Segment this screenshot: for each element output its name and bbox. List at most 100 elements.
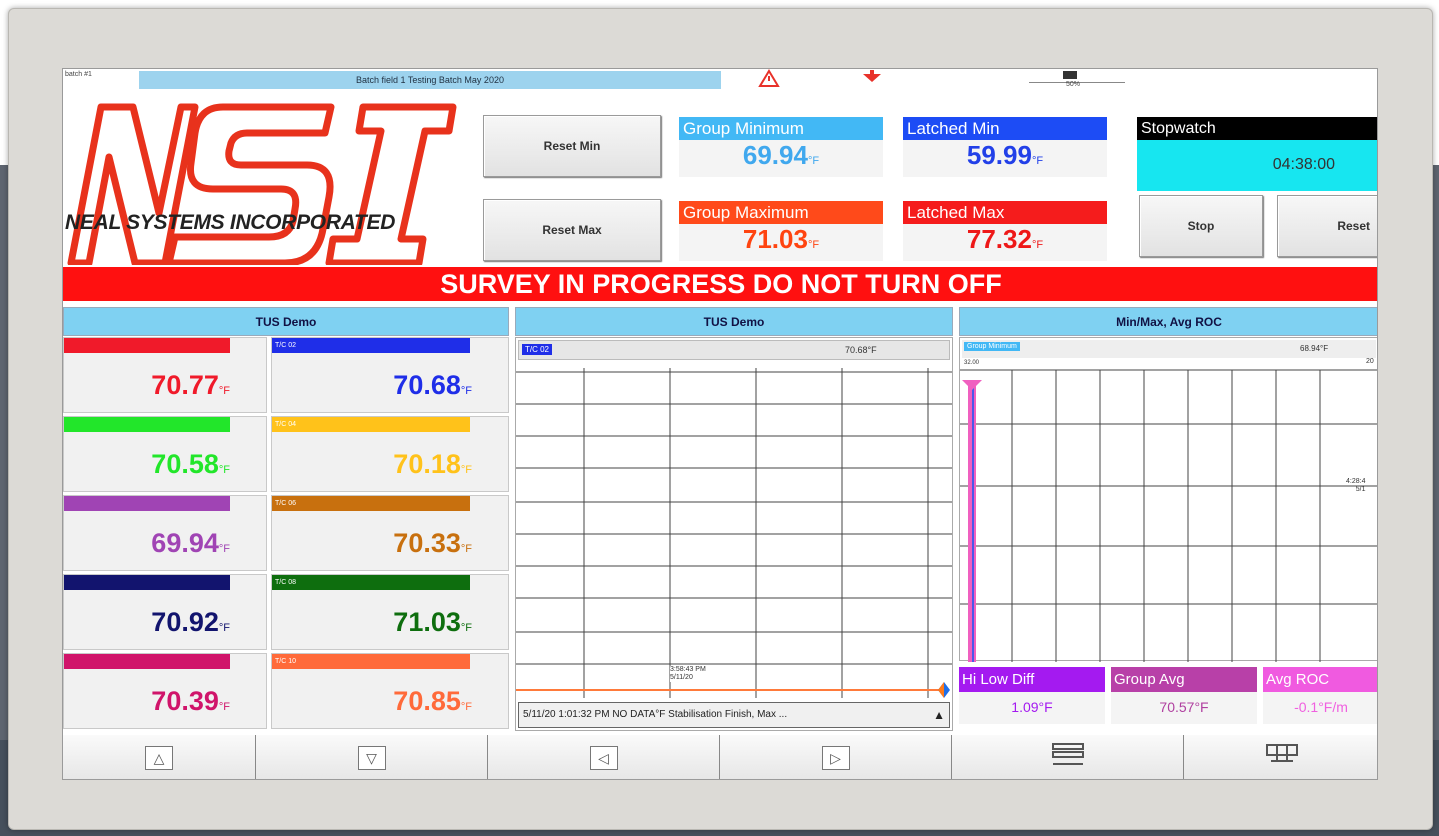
channel-3-value: 70.58°F [151,449,230,479]
channel-cell-6[interactable]: T/C 06 70.33°F [271,495,509,571]
channel-grid: 70.77°F T/C 02 70.68°F 70.58°F T/C 04 70… [63,337,509,729]
channel-7-bar [64,575,230,590]
nav-down-button[interactable]: ▽ [256,735,488,779]
channel-cell-8[interactable]: T/C 08 71.03°F [271,574,509,650]
right-arrow-icon: ▷ [821,746,850,770]
channel-4-bar: T/C 04 [272,417,470,432]
channel-cell-5[interactable]: 69.94°F [63,495,267,571]
channel-1-bar [64,338,230,353]
trend-channel-bar[interactable]: T/C 02 70.68°F [518,340,950,360]
reset-max-button[interactable]: Reset Max [483,199,661,261]
latched-max-tile: Latched Max 77.32°F [903,201,1107,261]
nav-right-button[interactable]: ▷ [720,735,952,779]
channel-1-value: 70.77°F [151,370,230,400]
left-arrow-icon: ◁ [589,746,618,770]
down-arrow-icon: ▽ [357,746,386,770]
channel-10-bar: T/C 10 [272,654,470,669]
latched-min-tile: Latched Min 59.99°F [903,117,1107,177]
group-maximum-label: Group Maximum [679,201,883,224]
group-minimum-tile: Group Minimum 69.94°F [679,117,883,177]
nav-left-button[interactable]: ◁ [488,735,720,779]
minmax-channel-value: 68.94°F [1300,344,1329,353]
channel-cell-1[interactable]: 70.77°F [63,337,267,413]
trend-time-label: 3:58:43 PM 5/11/20 [670,666,706,682]
survey-banner: SURVEY IN PROGRESS DO NOT TURN OFF [63,267,1377,301]
channel-8-value: 71.03°F [393,607,472,637]
company-logo: NEAL SYSTEMS INCORPORATED [63,103,463,267]
batch-field[interactable]: Batch field 1 Testing Batch May 2020 [139,71,721,89]
channel-6-value: 70.33°F [393,528,472,558]
reset-stopwatch-button[interactable]: Reset [1277,195,1377,257]
group-maximum-tile: Group Maximum 71.03°F [679,201,883,261]
storage-icon [1063,71,1077,79]
red-alert-icon[interactable] [861,70,883,88]
channel-cell-3[interactable]: 70.58°F [63,416,267,492]
hi-low-diff-label: Hi Low Diff [959,667,1105,692]
nav-menu-button[interactable] [952,735,1184,779]
group-avg-tile: Group Avg 70.57°F [1111,667,1257,727]
channel-4-value: 70.18°F [393,449,472,479]
channel-8-bar: T/C 08 [272,575,470,590]
trend-grid [516,368,952,698]
warning-triangle-icon[interactable] [758,69,780,89]
channel-cell-4[interactable]: T/C 04 70.18°F [271,416,509,492]
stopwatch-label: Stopwatch [1137,117,1377,140]
channel-10-value: 70.85°F [393,686,472,716]
avg-roc-value: -0.1°F/m [1263,692,1377,724]
stopwatch-time: 04:38:00 [1272,156,1335,173]
latched-max-label: Latched Max [903,201,1107,224]
trend-chart-panel: T/C 02 70.68°F 3:58:43 PM 5/11/20 5/11/20… [515,337,953,731]
group-avg-label: Group Avg [1111,667,1257,692]
center-panel-title: TUS Demo [515,307,953,336]
trend-channel-value: 70.68°F [845,345,877,355]
avg-roc-tile: Avg ROC -0.1°F/m [1263,667,1377,727]
group-avg-value: 70.57°F [1111,692,1257,724]
minmax-time-label: 4:28:4 5/1 [1346,478,1366,493]
hmi-screen: batch #1 Batch field 1 Testing Batch May… [62,68,1378,780]
channel-3-bar [64,417,230,432]
menu-icon [1051,742,1085,774]
channel-9-bar [64,654,230,669]
status-bar: batch #1 Batch field 1 Testing Batch May… [63,69,1377,103]
minmax-channel-bar[interactable]: Group Minimum 68.94°F [962,340,1376,358]
group-minimum-value: 69.94°F [742,140,820,170]
company-name: NEAL SYSTEMS INCORPORATED [65,211,396,234]
storage-label: 50% [1066,81,1081,88]
channel-5-bar [64,496,230,511]
avg-roc-label: Avg ROC [1263,667,1377,692]
latched-min-label: Latched Min [903,117,1107,140]
channel-cell-7[interactable]: 70.92°F [63,574,267,650]
hi-low-diff-tile: Hi Low Diff 1.09°F [959,667,1105,727]
trend-channel-tag: T/C 02 [522,344,553,355]
channel-7-value: 70.92°F [151,607,230,637]
channel-6-bar: T/C 06 [272,496,470,511]
reset-min-button[interactable]: Reset Min [483,115,661,177]
channel-9-value: 70.39°F [151,686,230,716]
channel-cell-9[interactable]: 70.39°F [63,653,267,729]
minmax-chart-panel: Group Minimum 68.94°F 32.00 20 4:28:4 5/1 [959,337,1377,662]
minmax-scale-top: 32.00 [964,360,980,366]
nav-grid-button[interactable] [1184,735,1377,779]
nsi-logo-graphic [67,103,457,267]
stopwatch-panel: Stopwatch 04:38:00 [1137,117,1377,191]
minmax-scale-right: 20 [1366,358,1374,365]
hi-low-diff-value: 1.09°F [959,692,1105,724]
right-panel-title: Min/Max, Avg ROC [959,307,1377,336]
minmax-channel-tag: Group Minimum [964,342,1020,351]
grid-icon [1265,743,1299,773]
expand-up-icon[interactable]: ▲ [933,703,945,727]
channel-cell-2[interactable]: T/C 02 70.68°F [271,337,509,413]
left-panel-title: TUS Demo [63,307,509,336]
channel-2-value: 70.68°F [393,370,472,400]
trend-marker-icon [938,682,950,698]
navigation-bar: △ ▽ ◁ ▷ [63,735,1377,779]
stop-button[interactable]: Stop [1139,195,1263,257]
up-arrow-icon: △ [145,746,173,770]
nav-up-button[interactable]: △ [63,735,256,779]
channel-cell-10[interactable]: T/C 10 70.85°F [271,653,509,729]
group-minimum-label: Group Minimum [679,117,883,140]
channel-2-bar: T/C 02 [272,338,470,353]
latched-min-value: 59.99°F [966,140,1044,170]
trend-message-bar[interactable]: 5/11/20 1:01:32 PM NO DATA°F Stabilisati… [518,702,950,728]
latched-max-value: 77.32°F [966,224,1044,254]
